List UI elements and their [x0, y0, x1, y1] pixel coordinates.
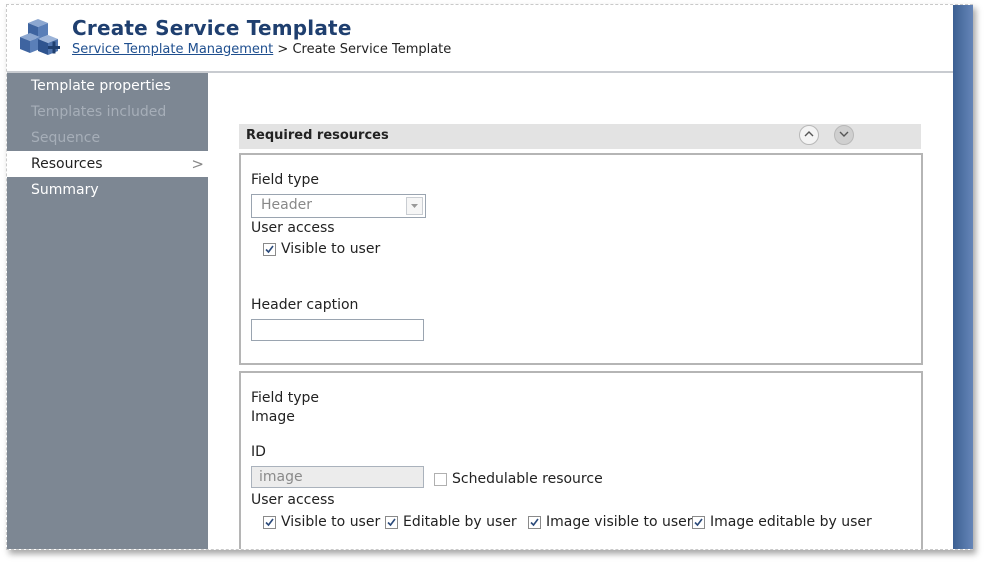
service-template-icon	[20, 19, 60, 55]
field-type-value: Image	[251, 409, 295, 425]
sidebar-item-label: Templates included	[31, 104, 167, 120]
field-type-select[interactable]: Header	[251, 194, 426, 218]
user-access-label: User access	[251, 220, 335, 236]
app-window: Create Service Template Service Template…	[6, 4, 973, 550]
page-title: Create Service Template	[72, 16, 352, 40]
breadcrumb-link-service-template-management[interactable]: Service Template Management	[72, 42, 273, 57]
sidebar-item-label: Sequence	[31, 130, 101, 146]
id-input	[251, 466, 424, 488]
sidebar-item-label: Resources	[31, 156, 103, 172]
image-editable-by-user-checkbox[interactable]: Image editable by user	[692, 514, 872, 530]
editable-by-user-checkbox[interactable]: Editable by user	[385, 514, 517, 530]
expand-down-button[interactable]	[834, 125, 854, 145]
field-type-selected-value: Header	[261, 197, 312, 213]
sidebar-item-summary[interactable]: Summary	[7, 177, 208, 203]
checkbox-checked-icon	[692, 515, 705, 529]
breadcrumb-current: Create Service Template	[292, 42, 452, 57]
chevron-right-icon: >	[191, 155, 204, 173]
sidebar-item-template-properties[interactable]: Template properties	[7, 73, 208, 99]
resource-panel-header: Field type Header User access Visible to…	[239, 153, 923, 365]
image-visible-to-user-checkbox[interactable]: Image visible to user	[528, 514, 693, 530]
checkbox-label: Visible to user	[281, 241, 381, 257]
section-title: Required resources	[246, 128, 389, 143]
sidebar-item-templates-included: Templates included	[7, 99, 208, 125]
checkbox-label: Image editable by user	[710, 514, 872, 530]
header-caption-input[interactable]	[251, 319, 424, 341]
field-type-label: Field type	[251, 390, 320, 406]
sidebar-item-sequence: Sequence	[7, 125, 208, 151]
field-type-label: Field type	[251, 172, 320, 188]
sidebar-item-label: Template properties	[31, 78, 171, 94]
breadcrumb: Service Template Management > Create Ser…	[72, 42, 451, 57]
checkbox-label: Image visible to user	[546, 514, 693, 530]
checkbox-checked-icon	[263, 242, 276, 256]
checkbox-checked-icon	[263, 515, 276, 529]
collapse-up-button[interactable]	[799, 125, 819, 145]
chevron-up-icon	[804, 131, 814, 137]
user-access-label: User access	[251, 492, 335, 508]
visible-to-user-checkbox[interactable]: Visible to user	[263, 241, 380, 257]
header-caption-label: Header caption	[251, 297, 359, 313]
chevron-down-icon	[839, 131, 849, 137]
checkbox-label: Schedulable resource	[452, 471, 603, 487]
checkbox-checked-icon	[528, 515, 541, 529]
resource-panel-image: Field type Image ID Schedulable resource…	[239, 371, 923, 549]
checkbox-checked-icon	[385, 515, 398, 529]
required-resources-section-header: Required resources	[239, 124, 921, 149]
visible-to-user-checkbox[interactable]: Visible to user	[263, 514, 380, 530]
breadcrumb-separator: >	[277, 42, 289, 57]
schedulable-resource-checkbox[interactable]: Schedulable resource	[434, 471, 603, 487]
page-header: Create Service Template Service Template…	[7, 5, 953, 73]
checkbox-unchecked-icon	[434, 472, 447, 486]
window-edge-strip	[953, 5, 973, 549]
checkbox-label: Visible to user	[281, 514, 381, 530]
checkbox-label: Editable by user	[403, 514, 517, 530]
main-content: Required resources Field type Header Use…	[208, 73, 953, 549]
sidebar-item-label: Summary	[31, 182, 99, 198]
sidebar-item-resources[interactable]: Resources >	[7, 151, 208, 177]
dropdown-arrow-icon	[406, 197, 423, 215]
wizard-sidebar: Template properties Templates included S…	[7, 73, 208, 549]
id-label: ID	[251, 444, 266, 460]
